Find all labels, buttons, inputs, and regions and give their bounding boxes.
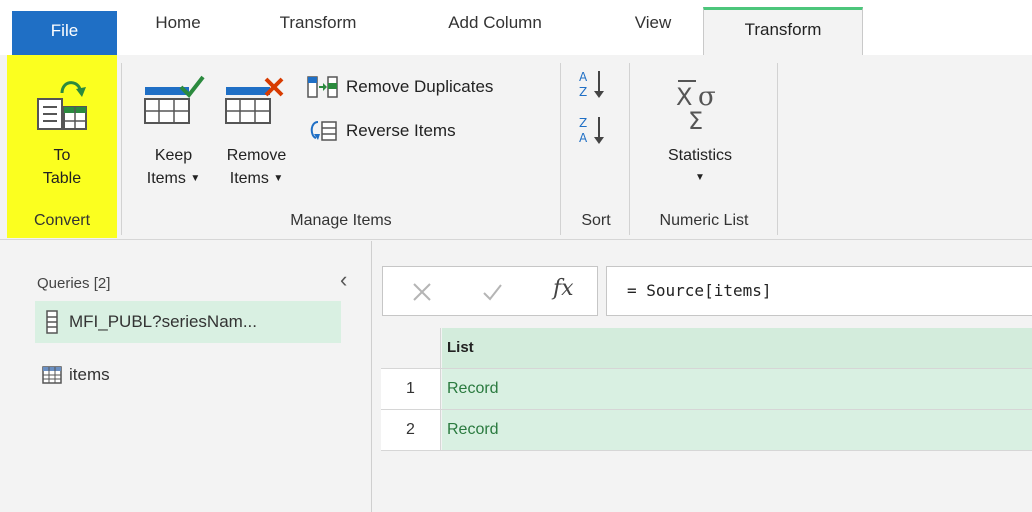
grid-header-row: List	[381, 328, 1032, 369]
tab-file[interactable]: File	[12, 11, 117, 55]
statistics-label: Statistics	[667, 147, 732, 164]
fx-icon[interactable]: fx	[553, 276, 574, 301]
remove-items-button[interactable]: Remove Items ▼	[214, 75, 299, 205]
caret-down-icon: ▼	[695, 172, 705, 183]
remove-items-label-line1: Remove	[226, 147, 287, 164]
statistics-button[interactable]: X σ Σ Statistics ▼	[645, 75, 755, 205]
sort-ascending-button[interactable]: A Z	[575, 67, 615, 103]
group-label-numeric-list: Numeric List	[659, 212, 749, 229]
tab-transform-active[interactable]: Transform	[703, 7, 863, 55]
tab-home[interactable]: Home	[128, 10, 228, 44]
query-item-mfi-publ[interactable]: MFI_PUBL?seriesNam...	[35, 301, 341, 343]
svg-text:Z: Z	[579, 85, 587, 99]
table-icon	[35, 366, 69, 384]
tab-add-column[interactable]: Add Column	[420, 10, 570, 44]
queries-panel: Queries [2] ‹ MFI_PUBL?seriesNam... item…	[0, 241, 372, 512]
query-item-label: items	[69, 365, 110, 384]
svg-text:Σ: Σ	[688, 107, 703, 129]
keep-items-icon	[144, 75, 205, 124]
collapse-panel-icon[interactable]: ‹	[340, 267, 347, 293]
ribbon: To Table Convert Keep Items ▼ Remove Ite…	[0, 55, 1032, 240]
to-table-icon	[37, 81, 87, 130]
group-label-convert: Convert	[33, 212, 91, 229]
svg-text:A: A	[579, 70, 588, 84]
tab-view[interactable]: View	[608, 10, 698, 44]
list-icon	[35, 310, 69, 334]
reverse-items-button[interactable]: Reverse Items	[306, 118, 456, 144]
record-link[interactable]: Record	[442, 410, 1032, 450]
row-index: 2	[381, 410, 441, 450]
reverse-items-label: Reverse Items	[346, 121, 456, 140]
reverse-items-icon	[310, 121, 337, 141]
remove-duplicates-icon	[307, 76, 338, 98]
remove-duplicates-button[interactable]: Remove Duplicates	[306, 75, 493, 99]
remove-items-label-line2: Items ▼	[229, 170, 284, 187]
table-row[interactable]: 1 Record	[381, 369, 1032, 410]
ribbon-separator	[560, 63, 561, 235]
svg-text:A: A	[579, 131, 588, 145]
row-index-header	[381, 328, 441, 368]
row-index: 1	[381, 369, 441, 409]
queries-header: Queries [2]	[37, 275, 111, 292]
ribbon-separator	[629, 63, 630, 235]
query-item-label: MFI_PUBL?seriesNam...	[69, 312, 257, 331]
svg-text:Z: Z	[579, 116, 587, 130]
statistics-icon: X σ Σ	[676, 80, 716, 129]
group-label-manage-items: Manage Items	[290, 212, 392, 229]
formula-bar-controls: fx	[382, 266, 598, 316]
sort-descending-icon: Z A	[579, 116, 604, 145]
record-link[interactable]: Record	[442, 369, 1032, 409]
query-item-items[interactable]: items	[35, 354, 341, 396]
remove-duplicates-label: Remove Duplicates	[346, 77, 494, 96]
ribbon-tab-bar: File Home Transform Add Column View Tran…	[0, 0, 1032, 55]
to-table-label-line1: To	[53, 147, 71, 164]
caret-down-icon: ▼	[273, 173, 284, 184]
sort-ascending-icon: A Z	[579, 70, 604, 99]
formula-input[interactable]: = Source[items]	[606, 266, 1032, 316]
to-table-button[interactable]: To Table	[12, 75, 112, 205]
keep-items-label-line2: Items ▼	[146, 170, 201, 187]
caret-down-icon: ▼	[190, 173, 201, 184]
keep-items-button[interactable]: Keep Items ▼	[136, 75, 211, 205]
table-row[interactable]: 2 Record	[381, 410, 1032, 451]
cancel-icon[interactable]	[411, 281, 433, 303]
group-label-sort: Sort	[581, 212, 611, 229]
to-table-label-line2: Table	[42, 170, 82, 187]
sort-descending-button[interactable]: Z A	[575, 113, 615, 149]
check-icon[interactable]	[481, 281, 503, 303]
ribbon-separator	[777, 63, 778, 235]
column-header-list[interactable]: List	[442, 328, 1032, 368]
tab-transform[interactable]: Transform	[258, 10, 378, 44]
remove-items-icon	[225, 77, 284, 124]
keep-items-label-line1: Keep	[154, 147, 193, 164]
ribbon-separator	[121, 63, 122, 235]
